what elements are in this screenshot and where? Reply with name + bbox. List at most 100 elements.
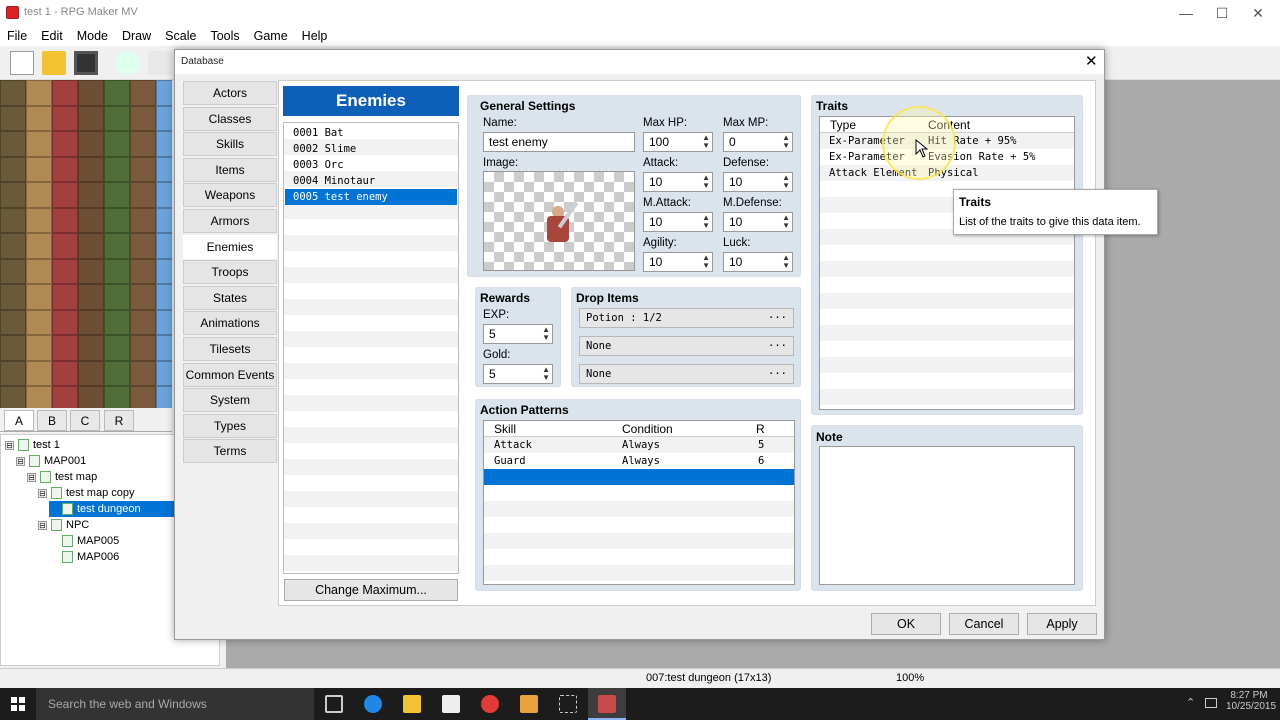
- maxhp-field[interactable]: 100 ▲ ▼: [643, 132, 713, 152]
- tile-swatch[interactable]: [156, 207, 172, 233]
- tile-swatch[interactable]: [104, 284, 130, 310]
- rpgmaker-task-button[interactable]: [588, 688, 626, 720]
- mdefense-field[interactable]: 10 ▲ ▼: [723, 212, 793, 232]
- tile-swatch[interactable]: [156, 233, 172, 259]
- tile-swatch[interactable]: [104, 207, 130, 233]
- menu-edit[interactable]: Edit: [34, 26, 70, 43]
- action-row[interactable]: Guard Always 6: [484, 453, 794, 469]
- category-items[interactable]: Items: [183, 157, 277, 182]
- category-system[interactable]: System: [183, 388, 277, 413]
- tile-swatch[interactable]: [156, 335, 172, 361]
- tile-swatch[interactable]: [78, 284, 104, 310]
- tile-swatch[interactable]: [156, 156, 172, 182]
- tile-swatch[interactable]: [78, 182, 104, 208]
- tile-swatch[interactable]: [26, 131, 52, 157]
- gold-field[interactable]: 5 ▲ ▼: [483, 364, 553, 384]
- tile-swatch[interactable]: [0, 386, 26, 408]
- tile-swatch[interactable]: [78, 131, 104, 157]
- drop-item-1[interactable]: Potion : 1/2 ···: [579, 308, 794, 328]
- spin-arrows-icon[interactable]: ▲ ▼: [782, 134, 790, 150]
- tile-swatch[interactable]: [26, 386, 52, 408]
- tile-swatch[interactable]: [130, 309, 156, 335]
- tile-swatch[interactable]: [0, 131, 26, 157]
- change-maximum-button[interactable]: Change Maximum...: [284, 579, 458, 601]
- chrome-icon[interactable]: [481, 695, 499, 713]
- menu-draw[interactable]: Draw: [115, 26, 158, 43]
- tile-swatch[interactable]: [104, 233, 130, 259]
- spin-arrows-icon[interactable]: ▲ ▼: [702, 214, 710, 230]
- ok-button[interactable]: OK: [871, 613, 941, 635]
- media-player-icon[interactable]: [520, 695, 538, 713]
- drop-item-3[interactable]: None ···: [579, 364, 794, 384]
- map-tree-node[interactable]: ⊟ NPC: [38, 517, 89, 533]
- enemy-list[interactable]: 0001 Bat 0002 Slime 0003 Orc 0004 Minotaur 0…: [283, 122, 459, 574]
- clock[interactable]: 8:27 PM 10/25/2015: [1226, 690, 1276, 712]
- tile-swatch[interactable]: [104, 131, 130, 157]
- tile-swatch[interactable]: [0, 80, 26, 106]
- tile-swatch[interactable]: [156, 258, 172, 284]
- tile-swatch[interactable]: [130, 80, 156, 106]
- tile-swatch[interactable]: [0, 309, 26, 335]
- tile-swatch[interactable]: [78, 309, 104, 335]
- tile-swatch[interactable]: [52, 258, 78, 284]
- spin-arrows-icon[interactable]: ▲ ▼: [542, 326, 550, 342]
- tile-swatch[interactable]: [78, 360, 104, 386]
- tab-r[interactable]: R: [104, 410, 134, 431]
- exp-field[interactable]: 5 ▲ ▼: [483, 324, 553, 344]
- cut-icon[interactable]: [116, 51, 140, 75]
- action-row[interactable]: Attack Always 5: [484, 437, 794, 453]
- tile-swatch[interactable]: [104, 335, 130, 361]
- tile-swatch[interactable]: [52, 156, 78, 182]
- copy-icon[interactable]: [148, 51, 172, 75]
- tile-swatch[interactable]: [0, 335, 26, 361]
- map-tree-node[interactable]: MAP006: [49, 549, 119, 565]
- expand-toggle-icon[interactable]: ⊟: [16, 456, 25, 466]
- drop-item-2[interactable]: None ···: [579, 336, 794, 356]
- tile-swatch[interactable]: [156, 80, 172, 106]
- tile-swatch[interactable]: [52, 182, 78, 208]
- maxmp-field[interactable]: 0 ▲ ▼: [723, 132, 793, 152]
- category-types[interactable]: Types: [183, 413, 277, 438]
- notification-icon[interactable]: [1205, 698, 1217, 708]
- menu-file[interactable]: File: [0, 26, 34, 43]
- tile-swatch[interactable]: [26, 105, 52, 131]
- tile-swatch[interactable]: [78, 105, 104, 131]
- task-view-icon[interactable]: [325, 695, 343, 713]
- tile-swatch[interactable]: [52, 335, 78, 361]
- tile-swatch[interactable]: [78, 258, 104, 284]
- enemy-image[interactable]: [483, 171, 635, 271]
- tab-c[interactable]: C: [70, 410, 100, 431]
- tile-swatch[interactable]: [0, 233, 26, 259]
- map-tree-node[interactable]: ⊟ MAP001: [16, 453, 86, 469]
- tile-swatch[interactable]: [156, 386, 172, 408]
- cancel-button[interactable]: Cancel: [949, 613, 1019, 635]
- action-row-empty-selected[interactable]: [484, 469, 794, 485]
- tile-swatch[interactable]: [26, 80, 52, 106]
- tile-swatch[interactable]: [52, 360, 78, 386]
- tile-swatch[interactable]: [78, 156, 104, 182]
- tile-swatch[interactable]: [52, 233, 78, 259]
- chevron-up-icon[interactable]: ⌃: [1186, 696, 1195, 709]
- tile-swatch[interactable]: [52, 309, 78, 335]
- store-icon[interactable]: [442, 695, 460, 713]
- defense-field[interactable]: 10 ▲ ▼: [723, 172, 793, 192]
- tile-swatch[interactable]: [52, 131, 78, 157]
- tile-swatch[interactable]: [26, 207, 52, 233]
- spin-arrows-icon[interactable]: ▲ ▼: [542, 366, 550, 382]
- tile-swatch[interactable]: [104, 309, 130, 335]
- tile-swatch[interactable]: [78, 386, 104, 408]
- tile-swatch[interactable]: [130, 386, 156, 408]
- spin-arrows-icon[interactable]: ▲ ▼: [782, 214, 790, 230]
- tile-swatch[interactable]: [156, 309, 172, 335]
- map-tree-node[interactable]: ⊟ test map copy: [38, 485, 134, 501]
- note-textarea[interactable]: [819, 446, 1075, 585]
- agility-field[interactable]: 10 ▲ ▼: [643, 252, 713, 272]
- tile-palette[interactable]: [0, 80, 172, 408]
- tile-swatch[interactable]: [0, 360, 26, 386]
- tile-swatch[interactable]: [52, 105, 78, 131]
- minimize-button[interactable]: —: [1168, 0, 1204, 26]
- tile-swatch[interactable]: [156, 284, 172, 310]
- tile-swatch[interactable]: [104, 258, 130, 284]
- expand-toggle-icon[interactable]: ⊟: [5, 440, 14, 450]
- category-terms[interactable]: Terms: [183, 439, 277, 464]
